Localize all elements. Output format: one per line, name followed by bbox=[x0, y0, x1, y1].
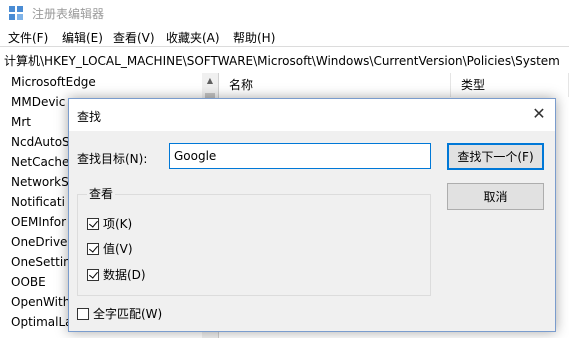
column-header-name[interactable]: 名称 bbox=[219, 73, 451, 97]
tree-item[interactable]: NetworkS bbox=[11, 175, 69, 189]
address-path[interactable]: 计算机\HKEY_LOCAL_MACHINE\SOFTWARE\Microsof… bbox=[4, 52, 560, 69]
menu-file[interactable]: 文件(F) bbox=[8, 29, 48, 46]
scroll-up-icon[interactable]: ▲ bbox=[202, 73, 218, 89]
tree-item[interactable]: NetCache bbox=[11, 155, 69, 169]
cancel-button[interactable]: 取消 bbox=[447, 183, 544, 210]
data-checkbox-row[interactable]: 数据(D) bbox=[87, 266, 146, 283]
find-what-input[interactable] bbox=[169, 143, 431, 169]
find-dialog: 查找 ✕ 查找目标(N): 查找下一个(F) 取消 查看 项(K) 值(V) 数… bbox=[68, 98, 556, 332]
menu-help[interactable]: 帮助(H) bbox=[233, 29, 275, 46]
menu-bar: 文件(F) 编辑(E) 查看(V) 收藏夹(A) 帮助(H) bbox=[0, 26, 569, 47]
title-bar: 注册表编辑器 bbox=[0, 0, 569, 26]
menu-favorites[interactable]: 收藏夹(A) bbox=[166, 29, 220, 46]
find-next-button[interactable]: 查找下一个(F) bbox=[447, 143, 544, 170]
match-whole-row[interactable]: 全字匹配(W) bbox=[77, 305, 162, 322]
dialog-title-bar: 查找 ✕ bbox=[69, 99, 555, 131]
values-checkbox-row[interactable]: 值(V) bbox=[87, 240, 133, 257]
find-what-label: 查找目标(N): bbox=[77, 152, 148, 166]
menu-view[interactable]: 查看(V) bbox=[113, 29, 155, 46]
tree-item[interactable]: OneSettin bbox=[11, 255, 71, 269]
look-at-label: 查看 bbox=[87, 185, 116, 202]
match-whole-label[interactable]: 全字匹配(W) bbox=[93, 305, 162, 322]
values-checkbox[interactable] bbox=[87, 242, 99, 255]
registry-editor-icon bbox=[9, 6, 23, 20]
address-bar[interactable]: 计算机\HKEY_LOCAL_MACHINE\SOFTWARE\Microsof… bbox=[0, 46, 569, 74]
close-icon[interactable]: ✕ bbox=[527, 103, 551, 127]
values-checkbox-label[interactable]: 值(V) bbox=[103, 240, 133, 257]
tree-item[interactable]: MMDevic bbox=[11, 95, 65, 109]
column-header-type[interactable]: 类型 bbox=[451, 73, 569, 97]
window-title: 注册表编辑器 bbox=[32, 7, 105, 21]
tree-item[interactable]: MicrosoftEdge bbox=[11, 75, 96, 89]
match-whole-checkbox[interactable] bbox=[77, 307, 89, 320]
dialog-title: 查找 bbox=[77, 110, 102, 124]
tree-item[interactable]: NcdAutoS bbox=[11, 135, 70, 149]
tree-item[interactable]: OneDrive bbox=[11, 235, 67, 249]
tree-item[interactable]: Mrt bbox=[11, 115, 31, 129]
tree-item[interactable]: OEMInfor bbox=[11, 215, 66, 229]
data-checkbox[interactable] bbox=[87, 268, 99, 281]
tree-item[interactable]: OpenWith bbox=[11, 295, 70, 309]
keys-checkbox[interactable] bbox=[87, 217, 99, 230]
keys-checkbox-row[interactable]: 项(K) bbox=[87, 215, 132, 232]
menu-edit[interactable]: 编辑(E) bbox=[62, 29, 103, 46]
data-checkbox-label[interactable]: 数据(D) bbox=[103, 266, 146, 283]
tree-item[interactable]: Notificati bbox=[11, 195, 65, 209]
tree-item[interactable]: OptimalLa bbox=[11, 315, 73, 329]
keys-checkbox-label[interactable]: 项(K) bbox=[103, 215, 132, 232]
tree-item[interactable]: OOBE bbox=[11, 275, 46, 289]
